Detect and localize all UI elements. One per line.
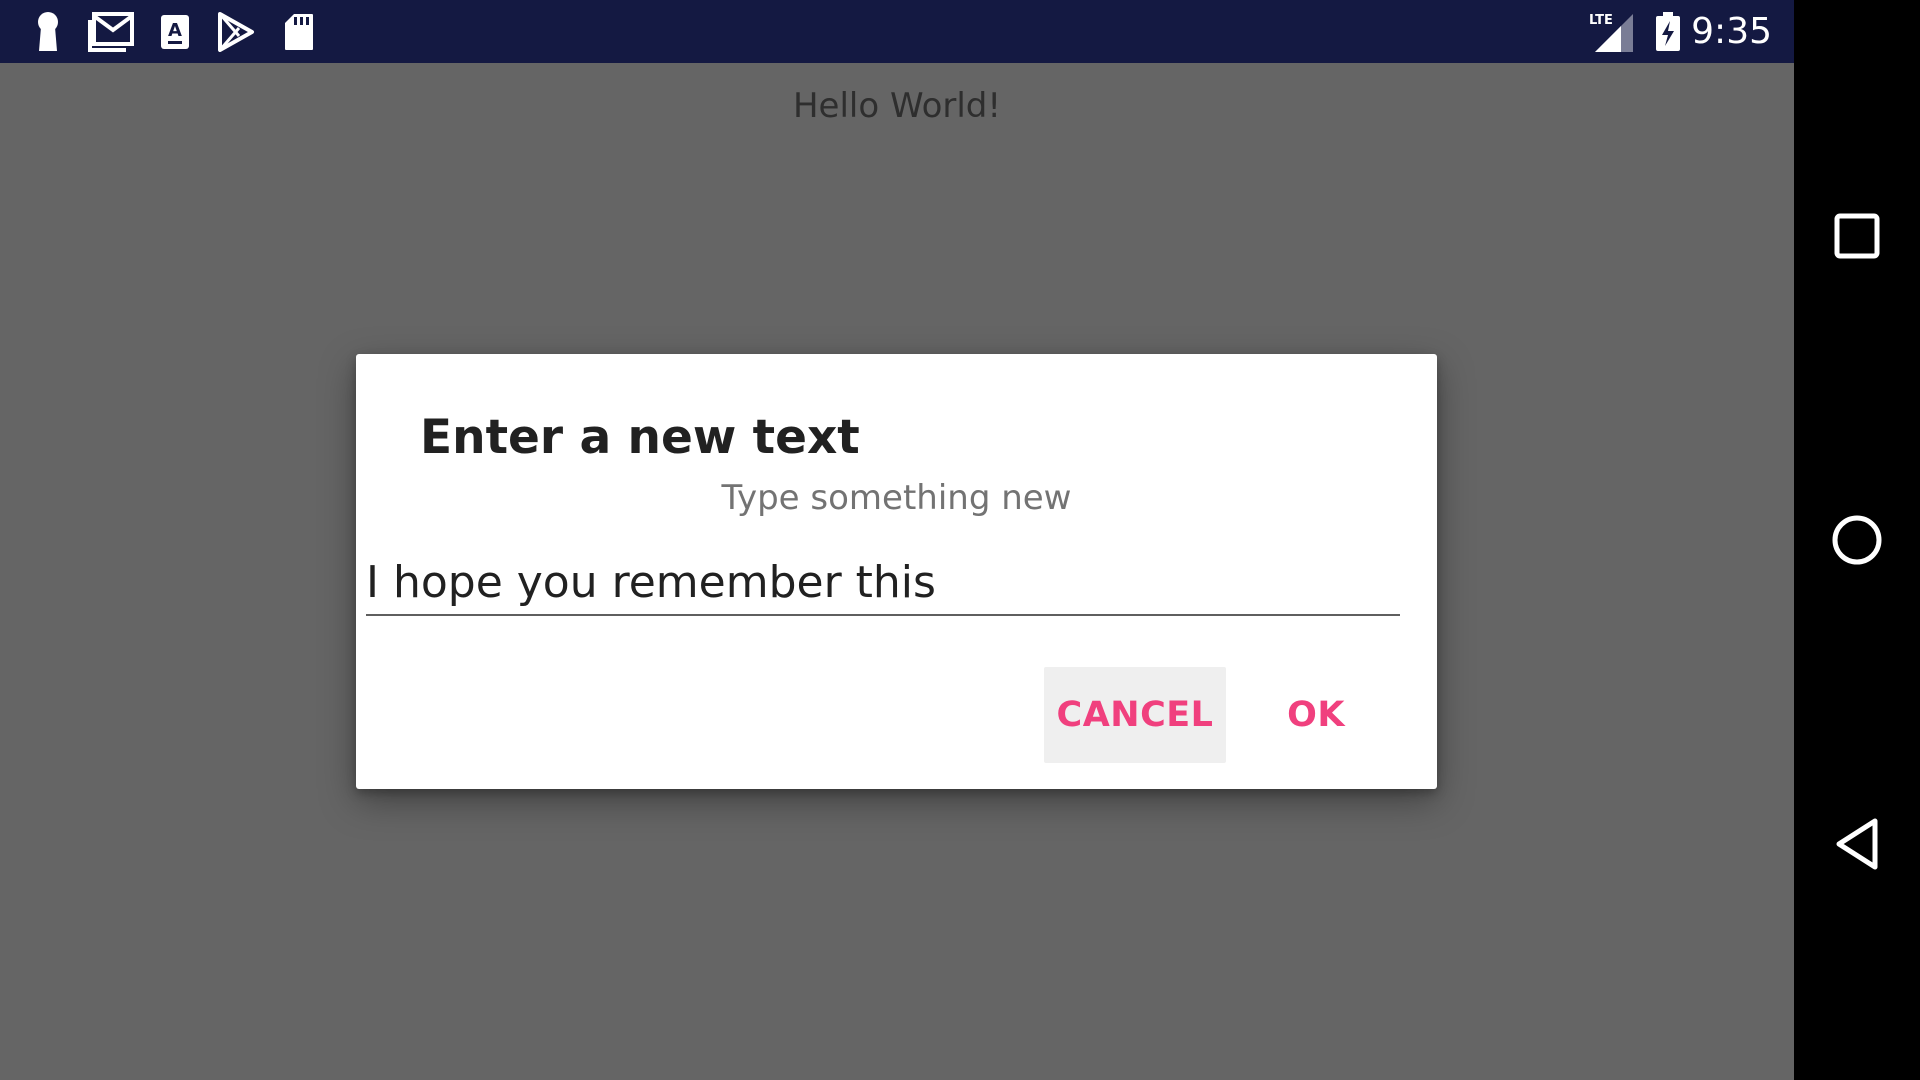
- svg-text:A: A: [168, 20, 182, 41]
- recents-square-icon: [1834, 213, 1880, 259]
- home-circle-icon: [1832, 515, 1882, 565]
- ok-button[interactable]: OK: [1236, 667, 1396, 763]
- app-screen: A LTE 9:35 Hello World! Enter a new text…: [0, 0, 1794, 1080]
- cancel-button[interactable]: CANCEL: [1044, 667, 1226, 763]
- play-store-icon: [216, 0, 256, 63]
- status-bar: A LTE 9:35: [0, 0, 1794, 63]
- dialog-message: Type something new: [721, 478, 1072, 518]
- battery-charging-icon: [1652, 0, 1684, 63]
- back-button[interactable]: [1794, 794, 1920, 894]
- recents-button[interactable]: [1794, 186, 1920, 286]
- app-store-a-icon: A: [158, 0, 192, 63]
- text-input-field[interactable]: [366, 550, 1400, 616]
- back-triangle-icon: [1836, 818, 1878, 870]
- hello-text: Hello World!: [792, 86, 1002, 126]
- status-clock: 9:35: [1691, 11, 1772, 52]
- text-input-dialog: Enter a new text Type something new CANC…: [356, 354, 1437, 789]
- dialog-title: Enter a new text: [420, 410, 860, 465]
- keyhole-notification-icon: [30, 0, 66, 63]
- gmail-icon: [86, 0, 136, 63]
- home-button[interactable]: [1794, 490, 1920, 590]
- lte-label: LTE: [1589, 13, 1613, 28]
- lte-signal-icon: LTE: [1586, 0, 1638, 63]
- navigation-bar: [1794, 0, 1920, 1080]
- sd-card-icon: [282, 0, 316, 63]
